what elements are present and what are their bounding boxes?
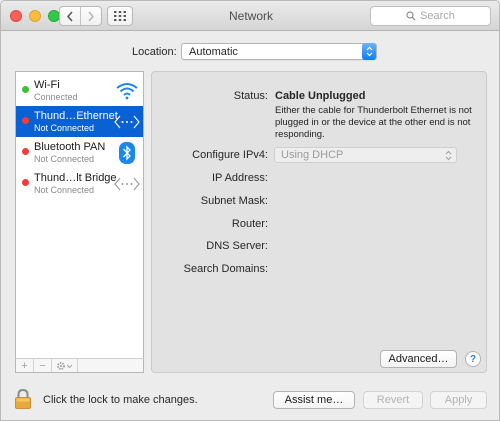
service-name: Wi-Fi — [34, 79, 60, 91]
service-actions-button[interactable] — [52, 359, 78, 372]
status-dot — [22, 148, 29, 155]
chevron-left-icon — [66, 11, 73, 21]
grid-icon — [114, 11, 126, 21]
router-label: Router: — [231, 218, 268, 230]
service-status: Not Connected — [34, 154, 95, 164]
bluetooth-icon — [114, 141, 140, 165]
search-domains-label: Search Domains: — [183, 263, 268, 275]
service-status: Not Connected — [34, 123, 95, 133]
status-label: Status: — [233, 90, 268, 102]
configure-ipv4-label: Configure IPv4: — [192, 149, 268, 161]
dns-server-label: DNS Server: — [206, 240, 268, 252]
search-placeholder: Search — [420, 10, 455, 22]
add-service-button[interactable]: + — [16, 359, 34, 372]
status-dot — [22, 179, 29, 186]
show-all-button[interactable] — [107, 6, 133, 26]
service-list-toolbar: + − — [15, 358, 144, 373]
location-label: Location: — [132, 46, 177, 58]
back-forward-group — [59, 6, 102, 26]
ethernet-arrows-icon — [114, 172, 140, 196]
ip-address-label: IP Address: — [211, 172, 268, 184]
chevron-right-icon — [88, 11, 95, 21]
search-icon — [406, 11, 416, 21]
apply-button[interactable]: Apply — [430, 391, 487, 409]
service-name: Thund…lt Bridge — [34, 172, 117, 184]
window-title: Network — [228, 9, 273, 23]
configure-ipv4-popup[interactable]: Using DHCP — [274, 147, 457, 163]
status-dot — [22, 117, 29, 124]
status-dot — [22, 86, 29, 93]
lock-message: Click the lock to make changes. — [43, 394, 198, 406]
service-name: Thund…Ethernet — [34, 110, 118, 122]
search-field[interactable]: Search — [370, 6, 491, 26]
updown-chevron-icon — [366, 46, 372, 57]
status-description: Either the cable for Thunderbolt Etherne… — [275, 105, 472, 140]
location-value: Automatic — [189, 46, 238, 58]
service-item-thunderbolt-bridge[interactable]: Thund…lt Bridge Not Connected — [16, 168, 143, 199]
service-item-wifi[interactable]: Wi-Fi Connected — [16, 75, 143, 106]
remove-service-button[interactable]: − — [34, 359, 52, 372]
help-button[interactable]: ? — [465, 351, 481, 367]
title-bar: Network Search — [1, 1, 499, 31]
service-item-bluetooth-pan[interactable]: Bluetooth PAN Not Connected — [16, 137, 143, 168]
updown-chevron-icon — [445, 150, 452, 161]
forward-button[interactable] — [80, 7, 101, 25]
advanced-button[interactable]: Advanced… — [380, 350, 457, 368]
revert-button[interactable]: Revert — [363, 391, 423, 409]
wifi-icon — [114, 79, 140, 103]
location-popup[interactable]: Automatic — [181, 43, 377, 60]
configure-ipv4-value: Using DHCP — [281, 149, 344, 161]
service-item-thunderbolt-ethernet[interactable]: Thund…Ethernet Not Connected — [16, 106, 143, 137]
close-window-button[interactable] — [10, 10, 22, 22]
service-details-panel: Status: Cable Unplugged Either the cable… — [151, 71, 487, 373]
gear-icon — [56, 361, 72, 370]
service-status: Connected — [34, 92, 78, 102]
minimize-window-button[interactable] — [29, 10, 41, 22]
network-preferences-window: Network Search Location: Automatic Wi-Fi… — [0, 0, 500, 421]
assist-me-button[interactable]: Assist me… — [273, 391, 355, 409]
status-value: Cable Unplugged — [275, 90, 366, 102]
location-popup-arrows — [362, 43, 376, 60]
back-button[interactable] — [60, 7, 80, 25]
service-status: Not Connected — [34, 185, 95, 195]
ethernet-arrows-icon — [114, 110, 140, 134]
subnet-mask-label: Subnet Mask: — [200, 195, 268, 207]
service-list: Wi-Fi Connected Thund…Ethernet Not Conne… — [15, 71, 144, 373]
lock-icon[interactable] — [15, 388, 31, 409]
service-name: Bluetooth PAN — [34, 141, 106, 153]
